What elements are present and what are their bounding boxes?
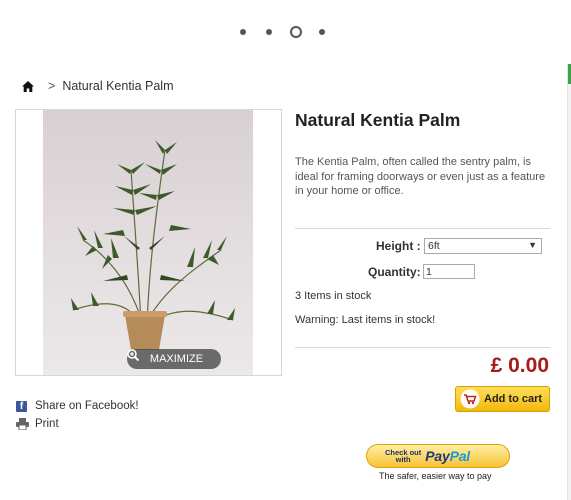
paypal-tagline: The safer, easier way to pay	[379, 471, 492, 481]
share-facebook-label: Share on Facebook!	[35, 400, 139, 412]
cart-icon	[460, 389, 480, 409]
facebook-icon: f	[16, 400, 27, 412]
height-select[interactable]: 6ft ▼	[424, 238, 542, 254]
paypal-checkout-text: Check out with	[385, 448, 421, 464]
stock-warning: Warning: Last items in stock!	[295, 314, 436, 326]
share-facebook-link[interactable]: f Share on Facebook!	[16, 400, 139, 412]
carousel-dot[interactable]	[319, 29, 325, 35]
quantity-input[interactable]	[423, 264, 475, 279]
print-label: Print	[35, 418, 59, 430]
chevron-down-icon: ▼	[528, 240, 537, 250]
height-label: Height :	[376, 239, 421, 253]
height-select-value: 6ft	[428, 240, 440, 252]
divider	[295, 228, 550, 229]
maximize-label: MAXIMIZE	[149, 353, 204, 365]
paypal-pal: Pal	[449, 448, 471, 464]
add-to-cart-label: Add to cart	[484, 393, 543, 405]
breadcrumb-separator: >	[48, 79, 56, 93]
carousel-dot[interactable]	[266, 29, 272, 35]
paypal-logo: PayPal	[425, 448, 470, 464]
divider	[295, 347, 550, 348]
paypal-pay: Pay	[425, 448, 450, 464]
stock-count: 3 Items in stock	[295, 290, 372, 302]
print-link[interactable]: Print	[16, 418, 59, 430]
product-image-frame: MAXIMIZE	[15, 109, 282, 376]
maximize-button[interactable]: MAXIMIZE	[127, 349, 221, 369]
breadcrumb-current: Natural Kentia Palm	[62, 79, 174, 93]
carousel-dot-active[interactable]	[290, 26, 302, 38]
carousel-dot[interactable]	[240, 29, 246, 35]
add-to-cart-button[interactable]: Add to cart	[455, 386, 550, 412]
product-image[interactable]: MAXIMIZE	[43, 110, 253, 375]
print-icon	[16, 418, 29, 430]
product-title: Natural Kentia Palm	[295, 110, 461, 130]
quantity-label: Quantity:	[368, 265, 421, 279]
home-icon[interactable]	[22, 80, 34, 92]
paypal-checkout-button[interactable]: Check out with PayPal	[366, 444, 510, 468]
page-edge	[567, 64, 571, 500]
product-price: £ 0.00	[490, 354, 549, 377]
breadcrumb: > Natural Kentia Palm	[22, 79, 173, 93]
paypal-with: with	[395, 455, 411, 464]
product-description: The Kentia Palm, often called the sentry…	[295, 156, 546, 197]
